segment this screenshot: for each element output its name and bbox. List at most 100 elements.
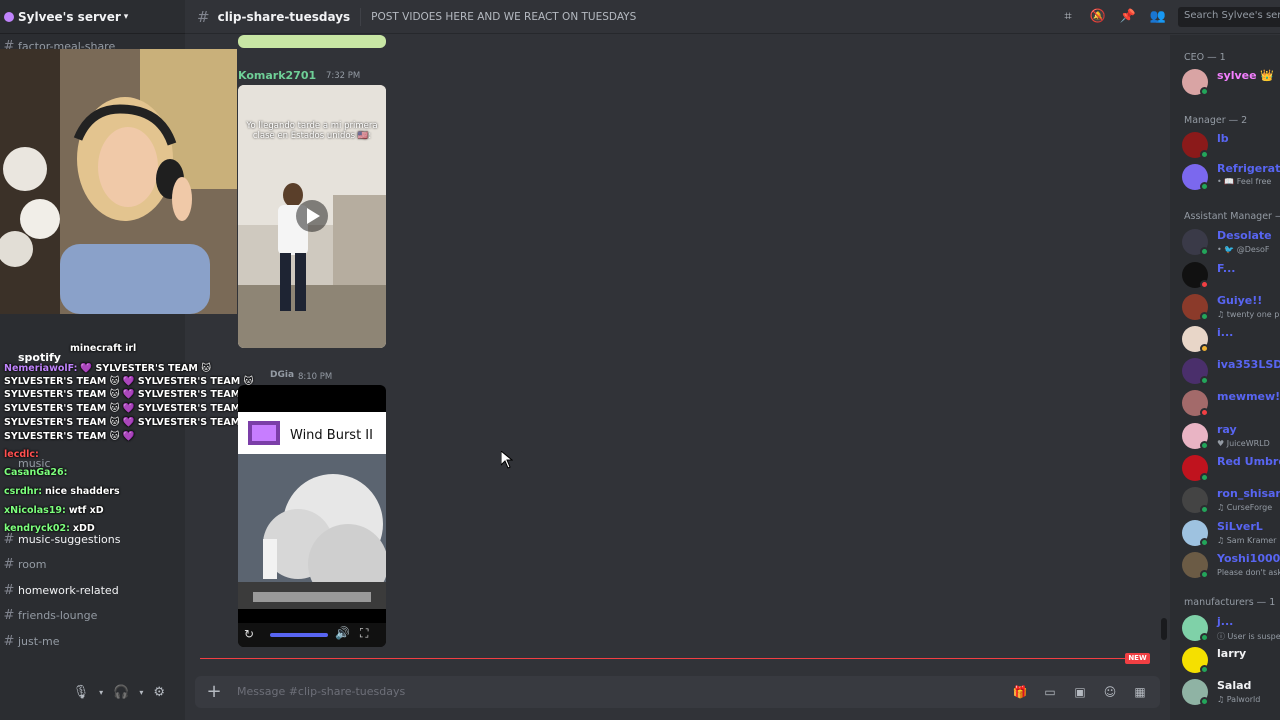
channel-label: homework-related [18, 583, 119, 597]
members-icon[interactable]: 👥 [1149, 8, 1167, 26]
chevron-down-icon[interactable]: ▾ [139, 688, 143, 697]
new-messages-divider [200, 658, 1150, 659]
status-dot [1200, 247, 1209, 256]
chat-line: SYLVESTER'S TEAM 🐱 💜 [4, 431, 135, 442]
member-status-text: ♥ JuiceWRLD [1217, 439, 1270, 448]
composer-icons: 🎁 ▭ ▣ ☺ ▦ [1012, 684, 1148, 700]
progress-bar[interactable] [270, 633, 328, 637]
gift-icon[interactable]: 🎁 [1012, 684, 1028, 700]
member-item[interactable]: mewmew! [1182, 387, 1280, 419]
member-item[interactable]: j... ⓘ User is suspe [1182, 612, 1280, 644]
headphones-icon[interactable]: 🎧 [113, 685, 129, 700]
previous-media[interactable] [238, 35, 386, 48]
member-name: ron_shisan [1217, 487, 1280, 500]
search-input[interactable]: Search Sylvee's server [1178, 7, 1280, 27]
scrollbar[interactable] [1161, 618, 1167, 640]
mute-bell-icon[interactable]: 🔕 [1089, 8, 1107, 26]
chevron-down-icon: ▾ [123, 11, 129, 22]
member-item[interactable]: larry [1182, 644, 1280, 676]
member-item[interactable]: Salad ♫ Palworld [1182, 676, 1280, 708]
video-attachment[interactable]: Wind Burst II ↻ 🔊 ⛶ [238, 385, 386, 647]
member-item[interactable]: ray ♥ JuiceWRLD [1182, 420, 1280, 452]
message-author[interactable]: DGia [270, 370, 294, 380]
gif-icon[interactable]: ▭ [1042, 684, 1058, 700]
topbar-icons: ⌗ 🔕 📌 👥 [1059, 8, 1167, 26]
status-dot [1200, 150, 1209, 159]
channel-homework-related[interactable]: # homework-related [0, 579, 119, 601]
emoji-icon[interactable]: ☺ [1102, 684, 1118, 700]
member-group-label: CEO — 1 [1184, 52, 1226, 63]
member-status-text: • 🐦 @DesoF [1217, 245, 1270, 254]
video-caption: Yo llegando tarde a mi primera clase en … [246, 121, 378, 141]
member-item[interactable]: iva353LSD [1182, 355, 1280, 387]
user-controls: 🎙 ▾ 🎧 ▾ ⚙ [0, 672, 185, 712]
server-name: Sylvee's server [18, 9, 121, 24]
channel-topic[interactable]: POST VIDOES HERE AND WE REACT ON TUESDAY… [371, 11, 636, 23]
member-list: CEO — 1 sylvee 👑 Manager — 2 lb Refriger… [1170, 35, 1280, 720]
status-dot [1200, 280, 1209, 289]
member-status-text: ♫ Palworld [1217, 695, 1261, 704]
member-name: Red Umbrell [1217, 455, 1280, 468]
pin-icon[interactable]: 📌 [1119, 8, 1137, 26]
chat-line: minecraft irl [70, 343, 137, 354]
member-item[interactable]: Yoshi1000 Please don't ask [1182, 549, 1280, 581]
member-name: Guiye!! [1217, 294, 1263, 307]
message-author[interactable]: Komark2701 [238, 69, 316, 82]
member-item[interactable]: Guiye!! ♫ twenty one p [1182, 291, 1280, 323]
chat-line: lecdlc: [4, 449, 39, 460]
video-attachment[interactable]: Yo llegando tarde a mi primera clase en … [238, 85, 386, 348]
message-composer: + Message #clip-share-tuesdays 🎁 ▭ ▣ ☺ ▦ [195, 676, 1160, 708]
server-header[interactable]: Sylvee's server ▾ [0, 0, 185, 34]
status-dot [1200, 87, 1209, 96]
member-item[interactable]: Red Umbrell [1182, 452, 1280, 484]
replay-icon[interactable]: ↻ [244, 627, 254, 641]
member-status-text: Please don't ask [1217, 568, 1280, 577]
fullscreen-icon[interactable]: ⛶ [360, 626, 368, 641]
status-dot [1200, 408, 1209, 417]
member-name: lb [1217, 132, 1229, 145]
status-dot [1200, 441, 1209, 450]
add-attachment-icon[interactable]: + [203, 681, 225, 703]
volume-icon[interactable]: 🔊 [335, 626, 350, 640]
member-item[interactable]: i... [1182, 323, 1280, 355]
member-item[interactable]: Refrigerated • 📖 Feel free [1182, 161, 1280, 193]
video-controls: ↻ 🔊 ⛶ [238, 623, 386, 647]
chat-line: CasanGa26: [4, 467, 68, 478]
member-item[interactable]: Desolate • 🐦 @DesoF [1182, 226, 1280, 258]
message-input[interactable]: Message #clip-share-tuesdays [237, 685, 405, 698]
divider [360, 7, 362, 26]
channel-room[interactable]: # room [0, 553, 47, 575]
hash-icon: # [3, 633, 15, 649]
status-dot [1200, 697, 1209, 706]
status-dot [1200, 665, 1209, 674]
member-status-text: ♫ CurseForge [1217, 503, 1273, 512]
member-name: larry [1217, 647, 1247, 660]
microphone-icon[interactable]: 🎙 [73, 685, 90, 700]
status-dot [1200, 570, 1209, 579]
chevron-down-icon[interactable]: ▾ [99, 688, 103, 697]
gear-icon[interactable]: ⚙ [153, 685, 165, 700]
chat-line: csrdhr: nice shadders [4, 486, 120, 497]
member-name: ray [1217, 423, 1237, 436]
sticker-icon[interactable]: ▣ [1072, 684, 1088, 700]
channel-just-me[interactable]: # just-me [0, 630, 60, 652]
member-item[interactable]: ron_shisan ♫ CurseForge [1182, 484, 1280, 516]
channel-friends-lounge[interactable]: # friends-lounge [0, 604, 98, 626]
threads-icon[interactable]: ⌗ [1059, 8, 1077, 26]
member-status-text: ♫ twenty one p [1217, 310, 1280, 319]
mouse-cursor-icon [501, 451, 513, 469]
member-item[interactable]: SiLverL ♫ Sam Kramer [1182, 517, 1280, 549]
member-group-label: Assistant Manager — [1184, 211, 1280, 222]
hash-icon: # [197, 7, 210, 26]
member-item[interactable]: F... [1182, 259, 1280, 291]
status-dot [1200, 633, 1209, 642]
new-badge[interactable]: NEW [1125, 653, 1150, 664]
video-frame [238, 454, 386, 609]
member-name: j... [1217, 615, 1234, 628]
member-name: sylvee 👑 [1217, 69, 1275, 82]
member-status-text: ♫ Sam Kramer [1217, 536, 1277, 545]
member-item[interactable]: sylvee 👑 [1182, 66, 1280, 98]
apps-icon[interactable]: ▦ [1132, 684, 1148, 700]
message-time: 7:32 PM [326, 71, 361, 81]
member-item[interactable]: lb [1182, 129, 1280, 161]
